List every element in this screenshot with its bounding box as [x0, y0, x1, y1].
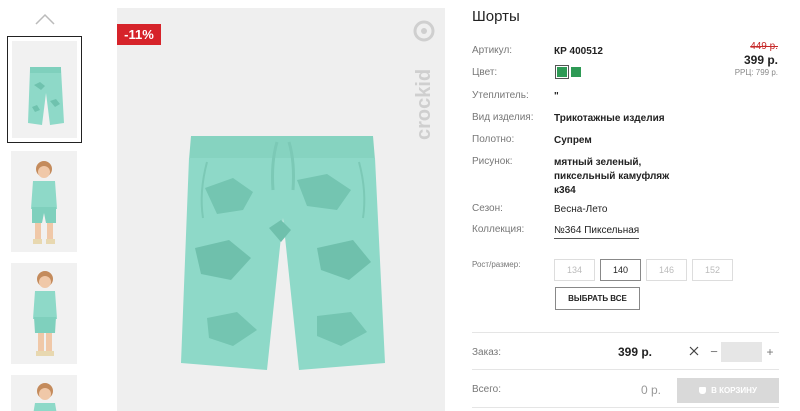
collection-link[interactable]: №364 Пиксельная	[554, 224, 640, 239]
attribute-label: Вид изделия:	[472, 112, 534, 123]
attribute-value: Супрем	[554, 135, 592, 146]
select-all-sizes-button[interactable]: ВЫБРАТЬ ВСЕ	[555, 287, 640, 310]
attribute-value: Трикотажные изделия	[554, 113, 665, 124]
attribute-label: Рисунок:	[472, 156, 513, 167]
total-label: Всего:	[472, 384, 501, 395]
quantity-input[interactable]	[721, 342, 762, 362]
size-option-140[interactable]: 140	[600, 259, 641, 281]
order-price: 399 р.	[618, 345, 653, 359]
current-price: 399 р.	[743, 53, 778, 67]
attribute-label: Утеплитель:	[472, 90, 529, 101]
divider	[472, 407, 779, 408]
chevron-up-icon[interactable]	[34, 12, 56, 26]
quantity-increment-button[interactable]: +	[764, 342, 776, 362]
divider	[472, 369, 779, 370]
thumbnail-image	[12, 41, 77, 138]
quantity-decrement-button[interactable]: −	[708, 342, 720, 362]
attribute-value-line: к364	[554, 185, 576, 196]
add-to-cart-button[interactable]: В КОРЗИНУ	[677, 378, 779, 403]
thumbnail-shorts[interactable]	[7, 36, 82, 143]
attribute-value-line: пиксельный камуфляж	[554, 171, 670, 182]
svg-text:crockid: crockid	[413, 69, 435, 140]
attribute-value-line: мятный зеленый,	[554, 157, 642, 168]
total-value: 0 р.	[641, 383, 662, 397]
attribute-value: "	[554, 91, 559, 102]
size-option-134[interactable]: 134	[554, 259, 595, 281]
size-option-146[interactable]: 146	[646, 259, 687, 281]
discount-badge: -11%	[117, 24, 161, 45]
attribute-label: Сезон:	[472, 203, 503, 214]
thumbnail-model-side[interactable]	[11, 263, 77, 364]
attribute-label: Полотно:	[472, 134, 515, 145]
shorts-image	[181, 136, 385, 370]
size-label: Рост/размер:	[472, 260, 521, 269]
close-icon[interactable]	[689, 346, 699, 356]
product-title: Шорты	[472, 8, 520, 25]
size-option-152[interactable]: 152	[692, 259, 733, 281]
thumbnail-model-front[interactable]	[11, 151, 77, 252]
color-swatch-selected[interactable]	[555, 65, 569, 79]
attribute-value: Весна-Лето	[554, 204, 608, 215]
attribute-label: Артикул:	[472, 45, 513, 56]
thumbnail-model-back[interactable]	[11, 375, 77, 411]
divider	[472, 332, 779, 333]
order-label: Заказ:	[472, 347, 502, 358]
brand-logo: crockid	[413, 20, 435, 140]
main-product-image[interactable]: -11% crockid	[117, 8, 445, 411]
attribute-value: КР 400512	[554, 46, 603, 57]
old-price: 449 р.	[750, 41, 778, 52]
cart-icon	[699, 387, 707, 394]
add-to-cart-label: В КОРЗИНУ	[711, 386, 757, 395]
thumbnail-strip	[0, 0, 90, 411]
recommended-retail-price: РРЦ: 799 р.	[734, 68, 778, 77]
color-swatch[interactable]	[571, 67, 581, 77]
attribute-label: Коллекция:	[472, 224, 525, 235]
attribute-label: Цвет:	[472, 67, 498, 78]
